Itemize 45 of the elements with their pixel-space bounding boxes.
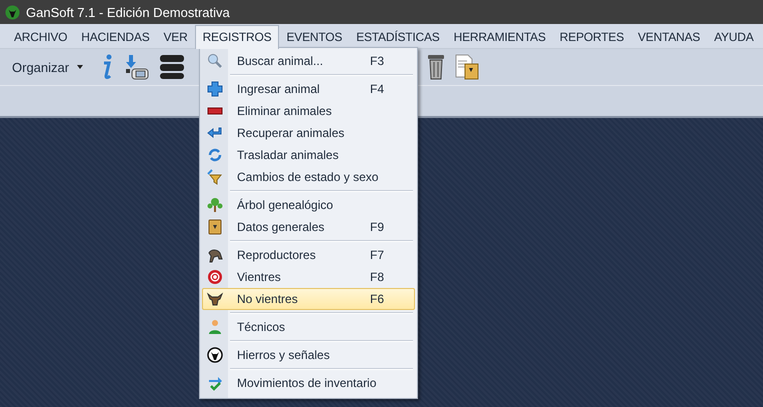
menu-item[interactable]: HERRAMIENTAS	[446, 26, 553, 48]
menu-item[interactable]: REGISTROS	[194, 25, 280, 49]
menu-option[interactable]: Hierros y señales	[202, 344, 415, 366]
app-logo-icon	[5, 4, 20, 20]
return-arrow-icon	[207, 125, 223, 141]
menu-item[interactable]: EVENTOS	[279, 26, 350, 48]
menu-option[interactable]: Técnicos	[202, 316, 415, 338]
arrows-check-icon	[207, 375, 223, 391]
funnel-icon	[207, 169, 223, 185]
cattle-head-icon	[207, 291, 223, 307]
menu-item[interactable]: VER	[156, 26, 195, 48]
binder-icon	[207, 219, 223, 235]
menu-item[interactable]: ESTADÍSTICAS	[349, 26, 447, 48]
menu-option[interactable]: Datos generales F9	[202, 216, 415, 238]
menu-option[interactable]: Ingresar animal F4	[202, 78, 415, 100]
server-icon[interactable]	[159, 54, 186, 80]
menu-option[interactable]: Reproductores F7	[202, 244, 415, 266]
import-icon[interactable]	[123, 54, 150, 80]
window-title: GanSoft 7.1 - Edición Demostrativa	[26, 4, 230, 20]
trash-icon[interactable]	[427, 54, 446, 80]
search-icon	[207, 53, 223, 69]
menu-option[interactable]: Eliminar animales	[202, 100, 415, 122]
menu-item[interactable]: REPORTES	[552, 26, 631, 48]
menu-item[interactable]: AYUDA	[707, 26, 761, 48]
document-folder-icon[interactable]	[455, 54, 480, 80]
menu-option[interactable]: Vientres F8	[202, 266, 415, 288]
plus-icon	[207, 81, 223, 97]
brand-icon	[207, 347, 223, 363]
menu-item[interactable]: ARCHIVO	[7, 26, 74, 48]
menu-option[interactable]: Movimientos de inventario	[202, 372, 415, 394]
menu-item[interactable]: HACIENDAS	[74, 26, 156, 48]
menu-option[interactable]: Trasladar animales	[202, 144, 415, 166]
menu-option[interactable]: Buscar animal... F3	[202, 50, 415, 72]
menu-option[interactable]: No vientres F6	[202, 288, 415, 310]
organize-dropdown[interactable]: Organizar	[6, 56, 90, 78]
menu-option[interactable]: Cambios de estado y sexo	[202, 166, 415, 188]
caret-icon	[77, 65, 84, 69]
menu-option[interactable]: Árbol genealógico	[202, 194, 415, 216]
person-icon	[207, 319, 223, 335]
tree-icon	[207, 197, 223, 213]
round-badge-icon	[207, 269, 223, 285]
menu-item[interactable]: VENTANAS	[630, 26, 708, 48]
transfer-icon	[207, 147, 223, 163]
menu-option[interactable]: Recuperar animales	[202, 122, 415, 144]
bull-icon	[207, 247, 223, 263]
